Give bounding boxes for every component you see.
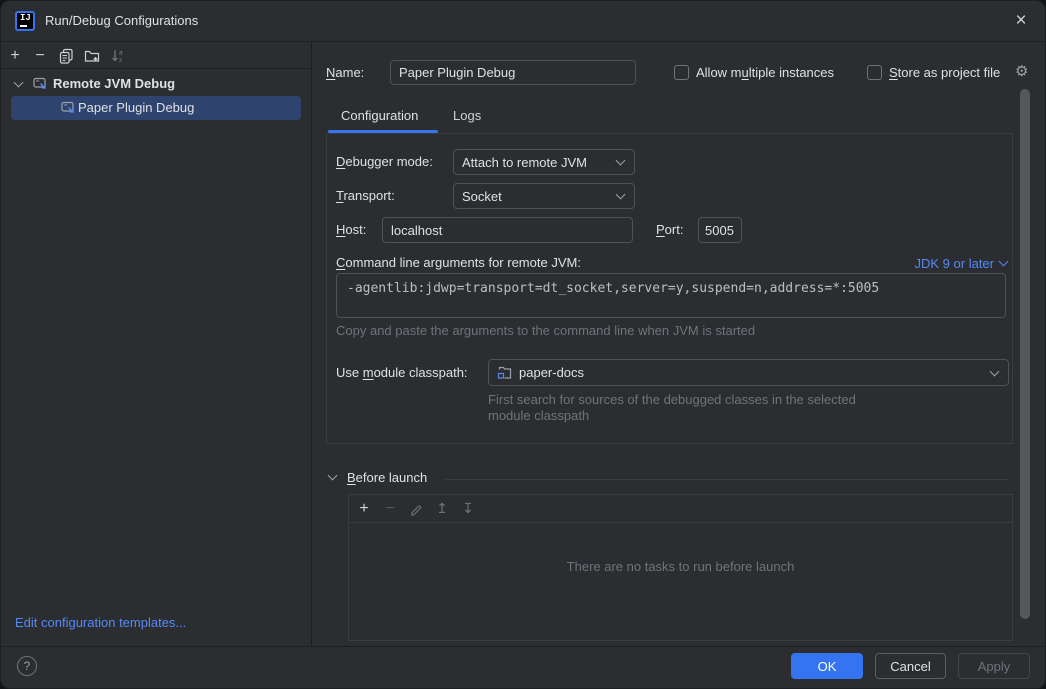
add-task-icon[interactable]: +: [355, 499, 373, 519]
command-line-args-hint: Copy and paste the arguments to the comm…: [336, 323, 755, 339]
allow-multiple-instances-checkbox[interactable]: [674, 65, 689, 80]
module-classpath-label: Use module classpath:: [336, 359, 468, 386]
name-input[interactable]: [390, 60, 636, 85]
run-debug-configurations-dialog: IJ Run/Debug Configurations × + −: [0, 0, 1046, 689]
tab-configuration[interactable]: Configuration: [341, 101, 418, 131]
debugger-mode-value: Attach to remote JVM: [462, 155, 587, 170]
title-bar: IJ Run/Debug Configurations ×: [1, 1, 1046, 41]
module-icon: [497, 365, 513, 380]
remove-configuration-icon[interactable]: −: [31, 46, 49, 66]
chevron-down-icon: [990, 366, 1000, 376]
store-as-project-file-checkbox[interactable]: [867, 65, 882, 80]
main-panel: Name: Allow multiple instances Store as …: [312, 42, 1046, 646]
move-task-down-icon[interactable]: ↧: [459, 499, 477, 519]
chevron-down-icon[interactable]: [14, 78, 24, 88]
footer: ? OK Cancel Apply: [1, 647, 1046, 689]
tree-group-label: Remote JVM Debug: [53, 72, 175, 96]
port-input[interactable]: [698, 217, 742, 243]
close-icon[interactable]: ×: [1009, 9, 1033, 33]
ok-button[interactable]: OK: [791, 653, 863, 679]
before-launch-panel: + − ↥ ↧ There are no tasks to run before…: [348, 494, 1013, 641]
before-launch-title: Before launch: [347, 468, 427, 488]
svg-text:z: z: [119, 57, 122, 64]
before-launch-empty-text: There are no tasks to run before launch: [349, 559, 1012, 575]
edit-configuration-templates-link[interactable]: Edit configuration templates...: [15, 615, 186, 631]
module-classpath-value: paper-docs: [519, 365, 584, 380]
host-label: Host:: [336, 217, 366, 243]
allow-multiple-instances-label: Allow multiple instances: [696, 60, 834, 85]
jdk-version-value: JDK 9 or later: [915, 256, 994, 271]
module-classpath-select[interactable]: paper-docs: [488, 359, 1009, 386]
sidebar-toolbar-separator: [1, 68, 311, 69]
cancel-button[interactable]: Cancel: [875, 653, 946, 679]
debugger-mode-label: Debugger mode:: [336, 149, 433, 175]
remote-debug-config-icon: [61, 101, 76, 118]
command-line-args-input[interactable]: -agentlib:jdwp=transport=dt_socket,serve…: [336, 273, 1006, 318]
gear-icon[interactable]: ⚙: [1015, 62, 1028, 80]
tree-item-label: Paper Plugin Debug: [78, 96, 194, 120]
chevron-down-icon: [616, 190, 626, 200]
dialog-title: Run/Debug Configurations: [45, 1, 198, 41]
transport-label: Transport:: [336, 183, 395, 209]
svg-text:a: a: [119, 50, 123, 57]
add-configuration-icon[interactable]: +: [6, 46, 24, 66]
module-classpath-hint-line1: First search for sources of the debugged…: [488, 392, 856, 407]
sidebar: + − a z: [1, 42, 311, 646]
before-launch-toolbar: + − ↥ ↧: [349, 495, 1012, 523]
transport-select[interactable]: Socket: [453, 183, 635, 209]
edit-task-icon[interactable]: [407, 499, 425, 519]
before-launch-rule: [445, 479, 1009, 480]
store-as-project-file-label: Store as project file: [889, 60, 1000, 85]
chevron-down-icon: [999, 257, 1009, 267]
chevron-down-icon[interactable]: [328, 471, 338, 481]
help-icon[interactable]: ?: [17, 656, 37, 676]
port-label: Port:: [656, 217, 683, 243]
debugger-mode-select[interactable]: Attach to remote JVM: [453, 149, 635, 175]
copy-configuration-icon[interactable]: [57, 46, 75, 66]
chevron-down-icon: [616, 156, 626, 166]
remote-debug-config-icon: [33, 77, 48, 94]
remove-task-icon[interactable]: −: [381, 499, 399, 519]
sort-configurations-icon[interactable]: a z: [109, 46, 127, 66]
transport-value: Socket: [462, 189, 502, 204]
module-classpath-hint-line2: module classpath: [488, 408, 589, 423]
tree-item-paper-plugin-debug[interactable]: Paper Plugin Debug: [11, 96, 301, 120]
vertical-scrollbar[interactable]: [1020, 89, 1030, 619]
host-input[interactable]: [382, 217, 633, 243]
name-label: Name:: [326, 60, 364, 85]
tree-group-remote-jvm-debug[interactable]: Remote JVM Debug: [1, 72, 311, 96]
tab-logs[interactable]: Logs: [453, 101, 481, 131]
move-task-up-icon[interactable]: ↥: [433, 499, 451, 519]
new-folder-icon[interactable]: [83, 46, 101, 66]
intellij-logo-icon: IJ: [15, 11, 35, 31]
apply-button[interactable]: Apply: [958, 653, 1030, 679]
